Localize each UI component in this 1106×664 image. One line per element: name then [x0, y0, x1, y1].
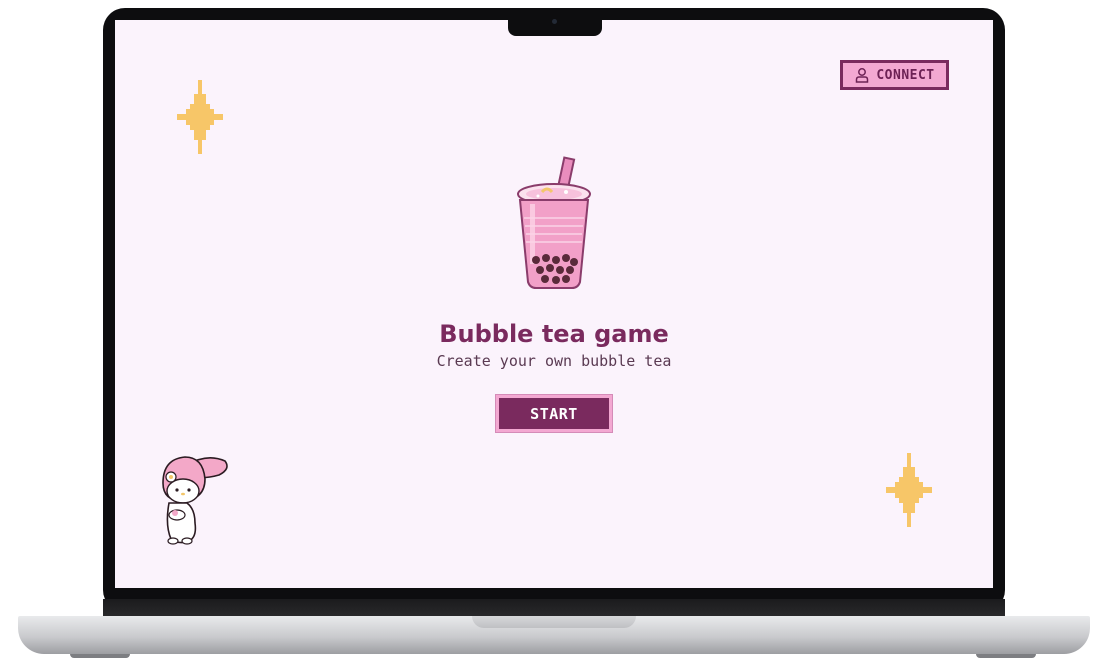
bunny-mascot-icon — [162, 456, 228, 545]
start-button-label: START — [530, 404, 578, 423]
connect-button[interactable]: CONNECT — [840, 60, 949, 90]
bubble-tea-cup-icon — [517, 156, 591, 289]
page-subtitle: Create your own bubble tea — [436, 352, 672, 370]
sparkle-icon — [886, 453, 932, 527]
start-button[interactable]: START — [495, 394, 613, 433]
app-screen: CONNECT Bubble tea game Create your own … — [115, 20, 993, 588]
connect-button-label: CONNECT — [876, 67, 935, 83]
page-title: Bubble tea game — [439, 320, 669, 348]
sparkle-icon — [177, 80, 223, 154]
laptop-foot-left — [70, 654, 130, 658]
laptop-foot-right — [976, 654, 1036, 658]
user-icon — [856, 68, 869, 83]
laptop-thumb-notch — [472, 616, 636, 628]
camera-icon — [552, 19, 557, 24]
